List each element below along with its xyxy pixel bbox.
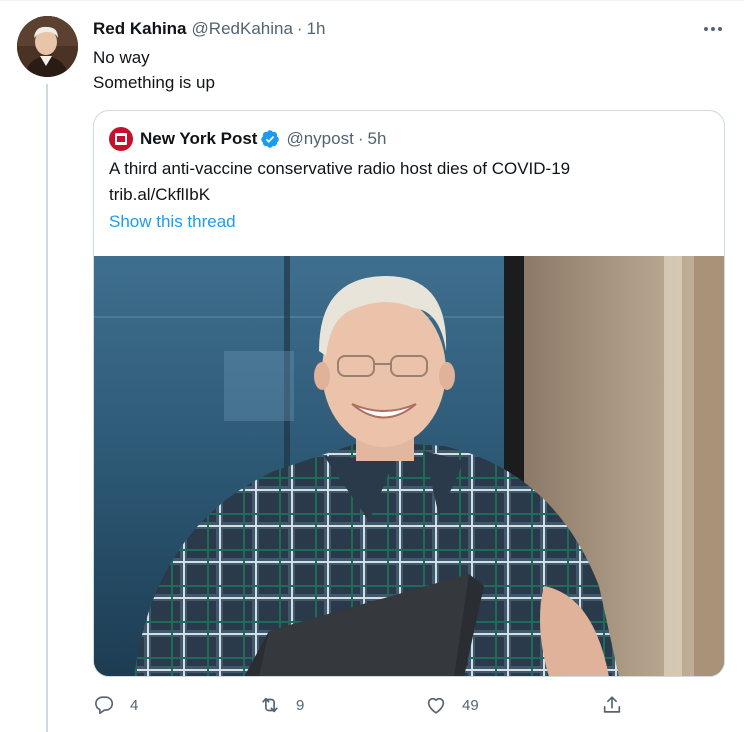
separator-dot: ·: [296, 19, 303, 38]
tweet-text-line: No way: [93, 48, 150, 67]
quoted-tweet-header: New York Post @nypost · 5h: [109, 127, 386, 151]
reply-icon: [95, 696, 114, 715]
verified-badge-icon: [261, 130, 280, 148]
tweet-action-bar: 4 9 49: [93, 692, 633, 718]
tweet-header: Red Kahina @RedKahina · 1h: [93, 17, 326, 41]
quoted-author-display-name[interactable]: New York Post: [140, 129, 257, 149]
author-display-name[interactable]: Red Kahina: [93, 19, 187, 39]
quoted-tweet-timestamp[interactable]: 5h: [368, 129, 387, 149]
tweet-timestamp[interactable]: 1h: [307, 19, 326, 39]
user-avatar[interactable]: [17, 16, 78, 77]
separator-dot: ·: [357, 129, 364, 148]
more-dot-icon: [704, 27, 708, 31]
reply-button[interactable]: 4: [93, 692, 138, 718]
more-dot-icon: [711, 27, 715, 31]
share-button[interactable]: [601, 692, 623, 718]
author-handle[interactable]: @RedKahina: [192, 19, 293, 39]
quoted-author-handle[interactable]: @nypost: [286, 129, 353, 149]
retweet-count: 9: [296, 696, 305, 714]
like-count: 49: [462, 696, 479, 714]
portrait-avatar-icon: [17, 16, 78, 77]
quoted-tweet-text-line: A third anti-vaccine conservative radio …: [109, 159, 571, 178]
more-options-button[interactable]: [700, 18, 726, 40]
retweet-button[interactable]: 9: [259, 692, 304, 718]
retweet-icon: [262, 697, 278, 713]
tweet-text: No way Something is up: [93, 45, 215, 95]
more-dot-icon: [718, 27, 722, 31]
heart-icon: [427, 697, 445, 714]
quoted-tweet-link[interactable]: trib.al/CkflIbK: [109, 182, 570, 208]
new-york-post-logo-icon[interactable]: [109, 127, 133, 151]
share-icon: [603, 696, 621, 713]
top-divider: [0, 0, 744, 1]
photo-man-with-laptop-icon: [94, 256, 724, 676]
quoted-tweet-text: A third anti-vaccine conservative radio …: [109, 156, 570, 208]
like-button[interactable]: 49: [425, 692, 479, 718]
show-thread-link[interactable]: Show this thread: [109, 212, 236, 232]
quoted-tweet-photo[interactable]: [94, 256, 724, 676]
reply-count: 4: [130, 696, 139, 714]
thread-connector-line: [46, 84, 48, 732]
quoted-tweet-card[interactable]: New York Post @nypost · 5h A third anti-…: [93, 110, 725, 677]
tweet-text-line: Something is up: [93, 73, 215, 92]
